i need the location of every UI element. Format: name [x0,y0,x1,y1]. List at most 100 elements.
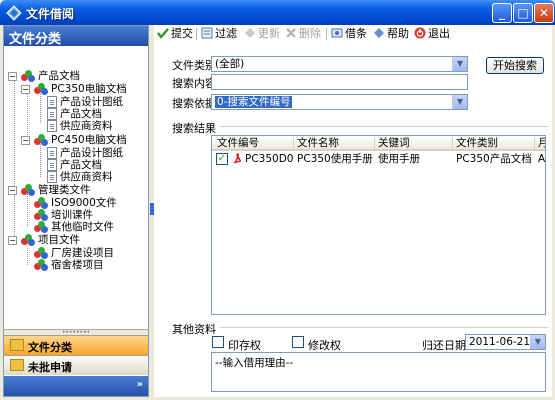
category-icon [34,197,48,209]
submit-label: 提交 [171,27,193,40]
borrow-slip-label: 借条 [345,27,367,40]
start-search-button[interactable]: 开始搜索 [486,57,544,74]
document-icon [47,120,57,132]
tree-node-label: 其他临时文件 [51,221,114,233]
tree-node-dormitory[interactable]: 宿舍楼项目 [34,259,104,272]
pdf-icon [233,153,242,164]
search-basis-value: 0-搜索文件编号 [215,96,293,108]
filter-label: 过滤 [215,27,237,40]
folder-icon [10,339,24,351]
window-title: 文件借阅 [26,7,75,21]
results-label: 搜索结果 [172,122,216,135]
submit-button[interactable]: 提交 [157,27,193,41]
maximize-button[interactable]: □ [513,3,533,23]
tree-node-label: PC450电脑文档 [51,134,127,146]
borrow-reason-textarea[interactable]: --输入借用理由-- [211,352,546,392]
collapse-icon[interactable]: − [8,186,17,195]
other-info-divider [220,327,548,328]
help-label: 帮助 [387,27,409,40]
table-row[interactable]: ✓ PC350D001 PC350使用手册 使用手册 PC350产品文档 A [212,152,545,166]
filter-button[interactable]: 过滤 [201,27,237,41]
column-header-extra[interactable]: 月 [535,137,545,149]
collapse-icon[interactable]: − [8,72,17,81]
collapse-icon[interactable]: − [8,236,17,245]
tree-node-label: 管理类文件 [38,184,91,196]
document-icon [47,171,57,183]
chevron-down-icon[interactable]: ▼ [452,57,467,71]
close-button[interactable]: ✕ [534,3,554,23]
cell-file-no: PC350D001 [230,153,294,165]
column-header-file-no[interactable]: 文件编号 [214,137,294,149]
borrow-slip-button[interactable]: 借条 [331,27,367,41]
modify-permission-label: 修改权 [308,339,341,352]
sidebar-header: 文件分类 [4,26,148,47]
update-icon [245,28,255,38]
collapse-icon[interactable]: − [21,85,30,94]
update-label: 更新 [258,27,280,40]
minimize-button[interactable]: _ [492,3,512,23]
category-icon [34,83,48,95]
tree-node-label: 宿舍楼项目 [51,259,104,271]
modify-permission-checkbox[interactable] [292,336,304,348]
filter-icon [201,27,213,39]
nav-label: 文件分类 [28,341,72,354]
tree-node-label: 产品设计图纸 [60,96,123,108]
tree-node-label: ISO9000文件 [51,197,117,209]
document-icon [47,159,57,171]
title-bar[interactable]: 文件借阅 _ □ ✕ [0,0,555,25]
exit-button[interactable]: 退出 [414,27,450,41]
tree-node-temp-files[interactable]: 其他临时文件 [34,221,114,234]
column-header-category[interactable]: 文件类别 [453,137,535,149]
row-checkbox[interactable]: ✓ [216,153,228,165]
tree-node-label: 产品设计图纸 [60,147,123,159]
app-icon [6,5,22,21]
tree-node-pc350-suppliers[interactable]: 供应商资料 [47,120,113,133]
category-tree: − 产品文档 − PC350电脑文档 产品设计图纸 产品文档 供应商资料 − P… [4,46,148,349]
results-table[interactable]: 文件编号 文件名称 关键词 文件类别 月 ✓ PC350D001 PC350使用… [211,135,546,315]
toolbar-separator [196,28,197,40]
sidebar: 文件分类 − 产品文档 − PC350电脑文档 产品设计图纸 产品文档 供应商资… [3,25,149,397]
borrow-slip-icon [331,28,343,38]
tree-node-label: 供应商资料 [60,120,113,132]
basis-label: 搜索依据 [172,97,216,110]
tree-node-label: 项目文件 [38,234,80,246]
app-window: 文件借阅 _ □ ✕ 文件分类 − 产品文档 − PC350电脑文档 产品设计图… [0,0,555,400]
tree-node-label: PC350电脑文档 [51,83,127,95]
delete-button[interactable]: 删除 [285,27,321,41]
tree-node-label: 产品文档 [60,108,102,120]
cell-keyword: 使用手册 [378,153,420,165]
print-permission-checkbox[interactable] [212,336,224,348]
nav-file-categories[interactable]: 文件分类 [4,335,148,355]
help-button[interactable]: 帮助 [373,27,409,41]
tree-node-pc450-suppliers[interactable]: 供应商资料 [47,171,113,184]
chevron-down-icon[interactable]: ▼ [452,95,467,109]
column-header-file-name[interactable]: 文件名称 [294,137,375,149]
category-icon [34,259,48,271]
checkmark-icon [157,28,169,39]
cell-file-no-text: PC350D001 [245,153,294,165]
search-basis-select[interactable]: 0-搜索文件编号 ▼ [211,94,468,110]
search-content-input[interactable] [211,74,468,90]
column-header-keyword[interactable]: 关键词 [375,137,453,149]
return-date-picker[interactable]: 2011-06-21 ▼ [465,334,546,350]
nav-pending-requests[interactable]: 未批申请 [4,355,148,375]
tree-node-label: 供应商资料 [60,171,113,183]
tree-node-label: 产品文档 [38,70,80,82]
collapse-icon[interactable]: − [21,136,30,145]
table-header: 文件编号 文件名称 关键词 文件类别 月 [212,136,545,151]
category-icon [21,184,35,196]
other-info-label: 其他资料 [172,323,216,336]
category-label: 文件类别 [172,59,216,72]
results-divider [220,126,548,127]
chevron-down-icon[interactable]: ▼ [530,335,545,349]
update-button[interactable]: 更新 [244,27,280,41]
category-select[interactable]: (全部) ▼ [211,56,468,72]
content-label: 搜索内容 [172,77,216,90]
chevron-right-icon[interactable]: » [137,379,143,390]
category-icon [34,134,48,146]
cell-extra: A [538,153,546,165]
tree-node-label: 厂房建设项目 [51,247,114,259]
tree-node-label: 培训课件 [51,209,93,221]
return-date-label: 归还日期 [422,339,466,352]
tree-line [14,75,15,242]
